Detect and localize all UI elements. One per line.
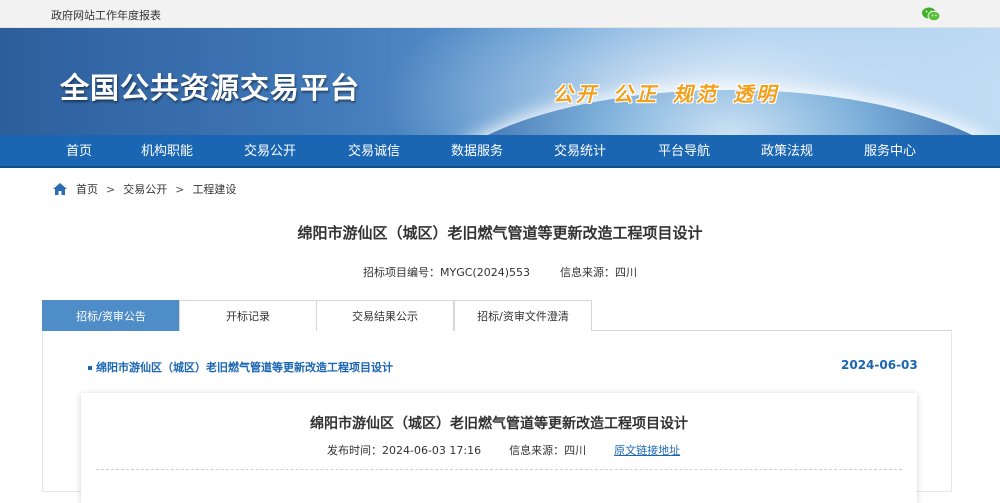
site-title: 全国公共资源交易平台	[60, 71, 361, 105]
nav-item-home[interactable]: 首页	[66, 135, 92, 168]
list-item[interactable]: 绵阳市游仙区（城区）老旧燃气管道等更新改造工程项目设计	[88, 359, 393, 375]
nav-item-trade-credit[interactable]: 交易诚信	[348, 135, 400, 168]
nav-item-trade-public[interactable]: 交易公开	[244, 135, 296, 168]
original-link[interactable]: 原文链接地址	[614, 444, 680, 457]
slogan-word: 透明	[733, 82, 779, 106]
nav-item-policy[interactable]: 政策法规	[761, 135, 813, 168]
breadcrumb: 首页 > 交易公开 > 工程建设	[52, 180, 236, 198]
tab-result-public[interactable]: 交易结果公示	[316, 300, 454, 331]
divider	[96, 469, 902, 470]
slogan-word: 公开	[553, 82, 599, 106]
slogan-word: 公正	[613, 82, 659, 106]
project-number: 招标项目编号：MYGC(2024)553	[363, 266, 530, 279]
nav-item-institution[interactable]: 机构职能	[141, 135, 193, 168]
breadcrumb-engineering[interactable]: 工程建设	[192, 181, 236, 197]
publish-time: 发布时间：2024-06-03 17:16	[327, 444, 482, 457]
breadcrumb-separator: >	[175, 182, 185, 196]
list-item-date: 2024-06-03	[841, 358, 918, 372]
nav-item-platform-nav[interactable]: 平台导航	[658, 135, 710, 168]
nav-item-data-service[interactable]: 数据服务	[451, 135, 503, 168]
bullet-icon	[88, 366, 92, 370]
tab-bar: 招标/资审公告 开标记录 交易结果公示 招标/资审文件澄清	[42, 300, 952, 331]
slogan-word: 规范	[673, 82, 719, 106]
wechat-icon[interactable]	[921, 6, 941, 22]
nav-item-service-center[interactable]: 服务中心	[864, 135, 916, 168]
detail-title: 绵阳市游仙区（城区）老旧燃气管道等更新改造工程项目设计	[310, 416, 688, 432]
tab-doc-clarification[interactable]: 招标/资审文件澄清	[454, 300, 592, 331]
top-utility-bar: 政府网站工作年度报表	[0, 0, 1000, 28]
tab-bid-notice[interactable]: 招标/资审公告	[42, 300, 180, 331]
breadcrumb-separator: >	[106, 182, 116, 196]
detail-source: 信息来源：四川	[509, 444, 587, 457]
breadcrumb-home[interactable]: 首页	[76, 181, 98, 197]
site-banner: 全国公共资源交易平台 公开 公正 规范 透明	[0, 28, 1000, 135]
info-source: 信息来源：四川	[560, 266, 637, 279]
breadcrumb-trade-public[interactable]: 交易公开	[123, 181, 167, 197]
main-nav: 首页 机构职能 交易公开 交易诚信 数据服务 交易统计 平台导航 政策法规 服务…	[0, 135, 1000, 168]
tab-opening-record[interactable]: 开标记录	[179, 300, 317, 331]
list-item-title[interactable]: 绵阳市游仙区（城区）老旧燃气管道等更新改造工程项目设计	[96, 361, 393, 374]
notice-panel: 绵阳市游仙区（城区）老旧燃气管道等更新改造工程项目设计 2024-06-03 绵…	[42, 332, 952, 503]
site-slogan: 公开 公正 规范 透明	[553, 78, 793, 107]
article-meta: 招标项目编号：MYGC(2024)553 信息来源：四川	[0, 264, 1000, 280]
notice-detail-card: 绵阳市游仙区（城区）老旧燃气管道等更新改造工程项目设计 发布时间：2024-06…	[81, 393, 917, 503]
detail-meta: 发布时间：2024-06-03 17:16 信息来源：四川 原文链接地址	[327, 442, 680, 458]
home-icon	[53, 183, 67, 195]
page-title: 绵阳市游仙区（城区）老旧燃气管道等更新改造工程项目设计	[297, 224, 703, 242]
nav-item-statistics[interactable]: 交易统计	[554, 135, 606, 168]
annual-report-link[interactable]: 政府网站工作年度报表	[51, 7, 161, 23]
